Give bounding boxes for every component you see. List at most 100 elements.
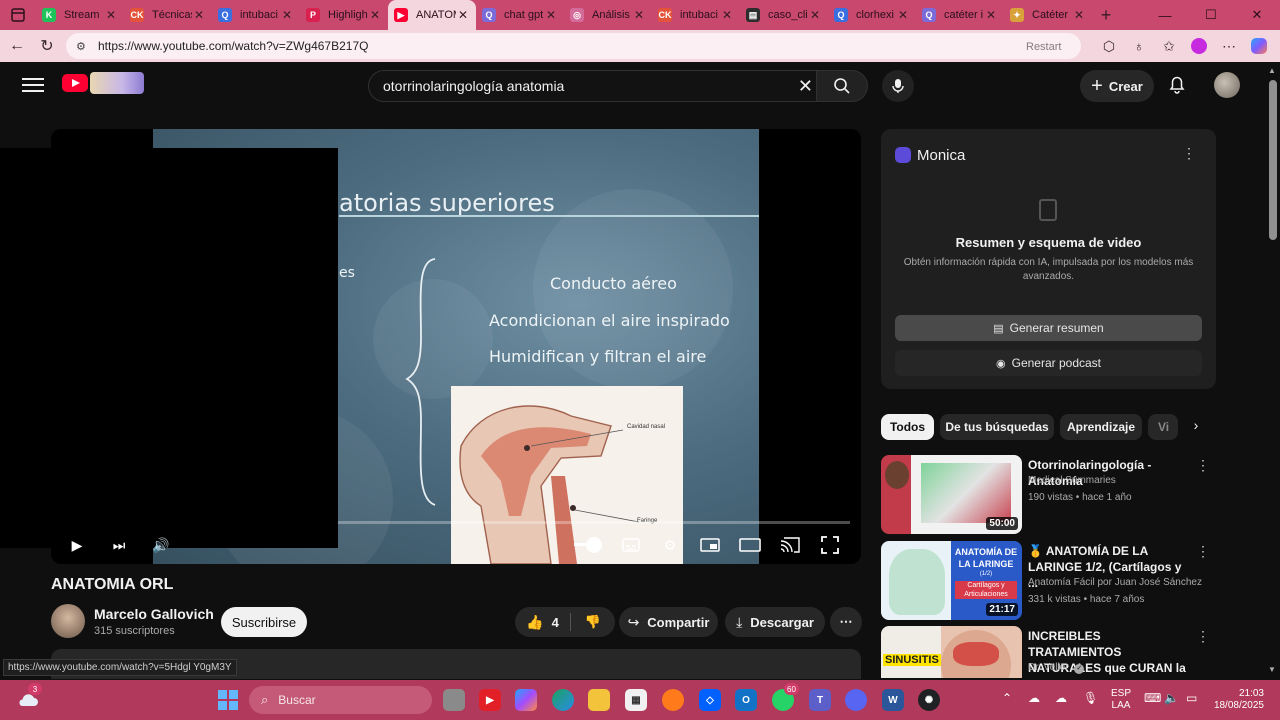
miniplayer-icon[interactable] [699,535,721,555]
more-vertical-icon[interactable]: ⋮ [1196,543,1210,560]
restart-label[interactable]: Restart [1026,41,1061,53]
cast-icon[interactable] [779,535,801,555]
tab-actions-button[interactable] [0,0,36,30]
subscribe-button[interactable]: Suscribirse [221,607,307,637]
teams-icon[interactable]: T [809,689,831,711]
recommended-channel[interactable]: Dr. Veller ✓ [1028,662,1085,674]
maximize-button[interactable]: ☐ [1188,0,1234,30]
recommended-video[interactable]: ANATOMÍA DE LA LARINGE (1/2) Cartílagos … [881,541,1216,621]
chevron-right-icon[interactable]: › [1186,417,1206,437]
menu-icon[interactable] [22,74,44,96]
close-tab-icon[interactable]: ✕ [368,8,382,22]
discord-icon[interactable] [845,689,867,711]
chip-de-tus-busquedas[interactable]: De tus búsquedas [940,414,1054,440]
volume-icon[interactable]: 🔈 [1164,691,1179,705]
next-icon[interactable]: ⏭ [108,535,130,555]
clear-search-icon[interactable]: ✕ [798,76,813,97]
browser-tab[interactable]: P Highlight ✕ [300,0,388,30]
browser-tab[interactable]: ◎ Análisis ✕ [564,0,652,30]
page-scrollbar[interactable]: ▲ ▼ [1266,62,1280,678]
theater-mode-icon[interactable] [739,535,761,555]
chatgpt-icon[interactable]: ✺ [918,689,940,711]
youtube-doodle[interactable] [90,72,144,94]
browser-tab[interactable]: ▶ ANATOM✕ [388,0,476,30]
channel-name[interactable]: Marcelo Gallovich [94,606,214,622]
scroll-down-icon[interactable]: ▼ [1268,665,1276,674]
reload-button[interactable]: ↻ [32,31,62,61]
browser-tab[interactable]: ▤ caso_cli ✕ [740,0,828,30]
scrollbar-thumb[interactable] [1269,80,1277,240]
notifications-button[interactable] [1166,74,1188,96]
browser-tab[interactable]: Qintubaci ✕ [212,0,300,30]
more-vertical-icon[interactable]: ⋮ [1182,145,1196,162]
more-vertical-icon[interactable]: ⋮ [1196,457,1210,474]
taskbar-search[interactable]: ⌕ Buscar [249,686,432,714]
chip-partial[interactable]: Vi [1148,414,1178,440]
browser-tab[interactable]: Qchat gpt ✕ [476,0,564,30]
browser-tab[interactable]: CK intubaci ✕ [652,0,740,30]
more-vertical-icon[interactable]: ⋮ [1196,628,1210,645]
progress-bar[interactable] [338,521,850,524]
show-hidden-icons-icon[interactable]: ⌃ [1002,691,1012,705]
search-button[interactable] [816,70,868,102]
close-tab-icon[interactable]: ✕ [896,8,910,22]
voice-search-button[interactable] [882,70,914,102]
microphone-icon[interactable]: 🎙 [1083,691,1098,705]
close-tab-icon[interactable]: ✕ [192,8,206,22]
recommended-video[interactable]: 50:00 Otorrinolaringología - Anatomía Me… [881,455,1216,535]
generate-podcast-button[interactable]: ◉ Generar podcast [895,350,1202,376]
play-icon[interactable]: ▶ [66,535,88,555]
recommended-channel[interactable]: Anatomía Fácil por Juan José Sánchez [1028,577,1202,588]
word-icon[interactable]: W [882,689,904,711]
language-indicator[interactable]: ESP LAA [1111,688,1131,712]
subtitles-icon[interactable] [620,535,642,555]
scroll-up-icon[interactable]: ▲ [1268,66,1276,75]
close-tab-icon[interactable]: ✕ [720,8,734,22]
outlook-icon[interactable]: O [735,689,757,711]
close-tab-icon[interactable]: ✕ [1072,8,1086,22]
account-avatar[interactable] [1214,72,1240,98]
search-input[interactable]: otorrinolaringología anatomia ✕ [368,70,824,102]
video-thumbnail[interactable]: 50:00 [881,455,1022,534]
close-tab-icon[interactable]: ✕ [984,8,998,22]
start-button[interactable] [218,690,238,710]
close-tab-icon[interactable]: ✕ [808,8,822,22]
youtube-app-icon[interactable]: ▶ [479,689,501,711]
firefox-icon[interactable] [662,689,684,711]
recommended-video[interactable]: SINUSITIS INCREIBLES TRATAMIENTOS NATURA… [881,626,1216,678]
create-button[interactable]: + Crear [1080,70,1154,102]
browser-tab[interactable]: Qclorhexi ✕ [828,0,916,30]
edge-browser-icon[interactable] [552,689,574,711]
clock[interactable]: 21:03 18/08/2025 [1212,688,1264,712]
channel-avatar[interactable] [51,604,85,638]
close-tab-icon[interactable]: ✕ [104,8,118,22]
copilot-icon[interactable] [1246,33,1272,59]
dropbox-icon[interactable]: ◇ [699,689,721,711]
browser-tab[interactable]: ✦ Catéter ✕ [1004,0,1092,30]
youtube-logo[interactable] [62,74,88,92]
chip-todos[interactable]: Todos [881,414,934,440]
settings-icon[interactable]: ⚙ [659,535,681,555]
microsoft-store-icon[interactable]: ▦ [625,689,647,711]
browser-tab[interactable]: K Stream ✕ [36,0,124,30]
browser-tab[interactable]: Qcatéter i ✕ [916,0,1004,30]
performance-icon[interactable]: ♁ [1126,33,1152,59]
dislike-button[interactable]: 👎 [571,607,615,637]
onedrive-business-icon[interactable]: ☁ [1055,691,1067,705]
volume-slider-handle[interactable] [586,537,602,553]
copilot-app-icon[interactable] [515,689,537,711]
volume-icon[interactable]: 🔊 [150,535,172,555]
file-explorer-icon[interactable] [588,689,610,711]
share-button[interactable]: ↪ Compartir [619,607,718,637]
browser-tab[interactable]: CK Técnicas ✕ [124,0,212,30]
address-bar[interactable]: ⚙ https://www.youtube.com/watch?v=ZWg467… [66,33,1081,59]
more-actions-button[interactable]: ⋯ [830,607,862,637]
close-window-button[interactable]: ✕ [1234,0,1280,30]
close-tab-icon[interactable]: ✕ [280,8,294,22]
recommended-channel[interactable]: Medical Summaries [1028,475,1116,486]
fullscreen-icon[interactable] [819,535,841,555]
video-thumbnail[interactable]: ANATOMÍA DE LA LARINGE (1/2) Cartílagos … [881,541,1022,620]
video-thumbnail[interactable]: SINUSITIS [881,626,1022,678]
battery-icon[interactable]: ▭ [1186,691,1197,705]
task-view-icon[interactable] [443,689,465,711]
